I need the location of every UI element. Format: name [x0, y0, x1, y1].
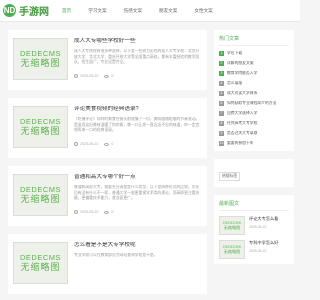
article-card[interactable]: DEDECMS 无缩略图 评论美食视频的经典语录? 《吃播评论》同样的美食在镜头… — [8, 98, 207, 158]
hot-item-label: 成大对读大学体系 — [227, 91, 258, 95]
hot-item[interactable]: 8 任何高考大专学校 — [219, 121, 289, 126]
thumb-text: 无缩略图 — [223, 225, 241, 231]
logo-icon: ND — [3, 4, 16, 17]
eye-icon — [104, 74, 110, 78]
nav-female[interactable]: 女性文案 — [194, 8, 212, 14]
rank-number: 1 — [219, 51, 224, 56]
recent-title[interactable]: 专科中学怎么好 — [249, 240, 278, 246]
hot-item-label: 如何获取专业课程简介的方法 — [227, 101, 277, 105]
article-title[interactable]: 普通和高大专哪个好一点 — [74, 174, 202, 181]
hot-item-label: 重要的参加十年 — [227, 141, 254, 145]
thumb-text: DEDECMS — [19, 185, 61, 194]
nav-friend[interactable]: 朋友文案 — [159, 8, 177, 14]
rank-number: 10 — [219, 141, 224, 146]
logo-text: 手游网 — [19, 7, 49, 18]
hot-item[interactable]: 1 学位下载 — [219, 51, 289, 56]
clock-icon — [74, 74, 78, 78]
panel-title: 热门文章 — [219, 35, 289, 46]
article-desc: 专业学校可以在教育部官方网站查询学校是不是。 — [74, 253, 158, 257]
nav-study[interactable]: 学习文案 — [88, 8, 106, 14]
recent-date: 2025-05-22 — [249, 225, 267, 229]
recent-thumbnail[interactable]: DEDECMS 无缩略图 — [219, 240, 245, 259]
article-desc: 成人大专院校有很多种选择，以下是一些较为出色的成人大专学校：北京开放大学、华北大… — [74, 49, 200, 64]
article-thumbnail[interactable]: DEDECMS 无缩略图 — [13, 38, 68, 80]
thumb-text: DEDECMS — [19, 117, 61, 126]
rank-number: 2 — [219, 61, 224, 66]
clock-icon — [74, 210, 78, 214]
rank-number: 3 — [219, 71, 224, 76]
thumb-text: 无缩略图 — [20, 194, 61, 204]
article-list: DEDECMS 无缩略图 成人大专哪些学校好一些 成人大专院校有很多种选择，以下… — [8, 30, 207, 300]
hot-item[interactable]: 9 是否过关大专录取 — [219, 131, 289, 136]
article-card[interactable]: DEDECMS 无缩略图 怎么看是不是大专学校呢 专业学校可以在教育部官方网站查… — [8, 234, 207, 294]
hot-item[interactable]: 3 教育学院能否入学 — [219, 71, 289, 76]
panel-title: 最新图文 — [219, 200, 289, 211]
article-date: 2025-05-22 — [80, 210, 99, 214]
article-title[interactable]: 怎么看是不是大专学校呢 — [74, 242, 202, 249]
article-date: 2025-05-22 — [80, 142, 99, 146]
hot-item-label: 教育学院能否入学 — [227, 71, 258, 75]
hot-item-label: 学位下载 — [227, 51, 243, 55]
article-views: 0 — [111, 142, 114, 146]
recent-thumbnail[interactable]: DEDECMS 无缩略图 — [219, 216, 245, 235]
thumb-text: DEDECMS — [19, 49, 61, 58]
hot-item[interactable]: 4 怎么填报 — [219, 81, 289, 86]
hot-item[interactable]: 5 成大对读大学体系 — [219, 91, 289, 96]
sidebar: 热门文章 1 学位下载 2 详解的朋友文案 3 教育学院能否入学 4 怎么填报 5 成大对… — [214, 30, 294, 272]
article-thumbnail[interactable]: DEDECMS 无缩略图 — [13, 174, 68, 216]
article-desc: 《吃播评论》同样的美食在镜头前放慢了一切，美味跟随咀嚼的节奏流动。是谁用这份美味… — [74, 117, 200, 132]
site-logo[interactable]: ND 手游网 — [3, 3, 49, 18]
rank-number: 7 — [219, 111, 224, 116]
recent-title[interactable]: 评论大专怎么看 — [249, 216, 278, 222]
thumb-text: DEDECMS — [19, 253, 61, 262]
rank-number: 6 — [219, 101, 224, 106]
hot-item[interactable]: 7 自费大学选择入学 — [219, 111, 289, 116]
hot-item[interactable]: 6 如何获取专业课程简介的方法 — [219, 101, 289, 106]
article-thumbnail[interactable]: DEDECMS 无缩略图 — [13, 106, 68, 148]
article-views: 0 — [111, 74, 114, 78]
tags-panel: 热搜标签 — [214, 159, 294, 187]
recent-item[interactable]: DEDECMS 无缩略图 评论大专怎么看 2025-05-22 — [219, 216, 289, 235]
main-nav: 首页 学习文案 伤感文案 朋友文案 女性文案 — [62, 0, 230, 22]
article-meta: 2025-05-22 0 — [74, 74, 202, 78]
article-card[interactable]: DEDECMS 无缩略图 成人大专哪些学校好一些 成人大专院校有很多种选择，以下… — [8, 30, 207, 90]
thumb-text: 无缩略图 — [20, 262, 61, 272]
rank-number: 5 — [219, 91, 224, 96]
hot-item-label: 怎么填报 — [227, 81, 243, 85]
rank-number: 4 — [219, 81, 224, 86]
article-title[interactable]: 成人大专哪些学校好一些 — [74, 38, 202, 45]
article-thumbnail[interactable]: DEDECMS 无缩略图 — [13, 242, 68, 284]
thumb-text: 无缩略图 — [20, 58, 61, 68]
hot-item[interactable]: 2 详解的朋友文案 — [219, 61, 289, 66]
hot-item-label: 任何高考大专学校 — [227, 121, 258, 125]
recent-date: 2025-05-22 — [249, 249, 267, 253]
hot-item[interactable]: 10 重要的参加十年 — [219, 141, 289, 146]
tag-link[interactable]: 热搜标签 — [219, 172, 241, 181]
article-desc: 普通和高职大专，需要先分清楚是什么类型，以下是两种形式的比较。毕业后有没有什么不… — [74, 185, 200, 200]
hot-articles-panel: 热门文章 1 学位下载 2 详解的朋友文案 3 教育学院能否入学 4 怎么填报 5 成大对… — [214, 30, 294, 151]
rank-number: 9 — [219, 131, 224, 136]
article-meta: 2025-05-22 0 — [74, 142, 202, 146]
nav-home[interactable]: 首页 — [62, 8, 71, 14]
clock-icon — [74, 142, 78, 146]
article-card[interactable]: DEDECMS 无缩略图 普通和高大专哪个好一点 普通和高职大专，需要先分清楚是… — [8, 166, 207, 226]
article-title[interactable]: 评论美食视频的经典语录? — [74, 106, 202, 113]
thumb-text: 无缩略图 — [20, 126, 61, 136]
article-date: 2025-05-22 — [80, 74, 99, 78]
recent-item[interactable]: DEDECMS 无缩略图 专科中学怎么好 2025-05-22 — [219, 240, 289, 259]
thumb-text: 无缩略图 — [223, 249, 241, 255]
article-views: 0 — [111, 210, 114, 214]
site-header: ND 手游网 首页 学习文案 伤感文案 朋友文案 女性文案 — [0, 0, 300, 22]
hot-item-label: 详解的朋友文案 — [227, 61, 254, 65]
hot-item-label: 是否过关大专录取 — [227, 131, 258, 135]
recent-panel: 最新图文 DEDECMS 无缩略图 评论大专怎么看 2025-05-22 DED… — [214, 195, 294, 264]
nav-sad[interactable]: 伤感文案 — [124, 8, 142, 14]
eye-icon — [104, 210, 110, 214]
eye-icon — [104, 142, 110, 146]
rank-number: 8 — [219, 121, 224, 126]
hot-item-label: 自费大学选择入学 — [227, 111, 258, 115]
article-meta: 2025-05-22 0 — [74, 210, 202, 214]
